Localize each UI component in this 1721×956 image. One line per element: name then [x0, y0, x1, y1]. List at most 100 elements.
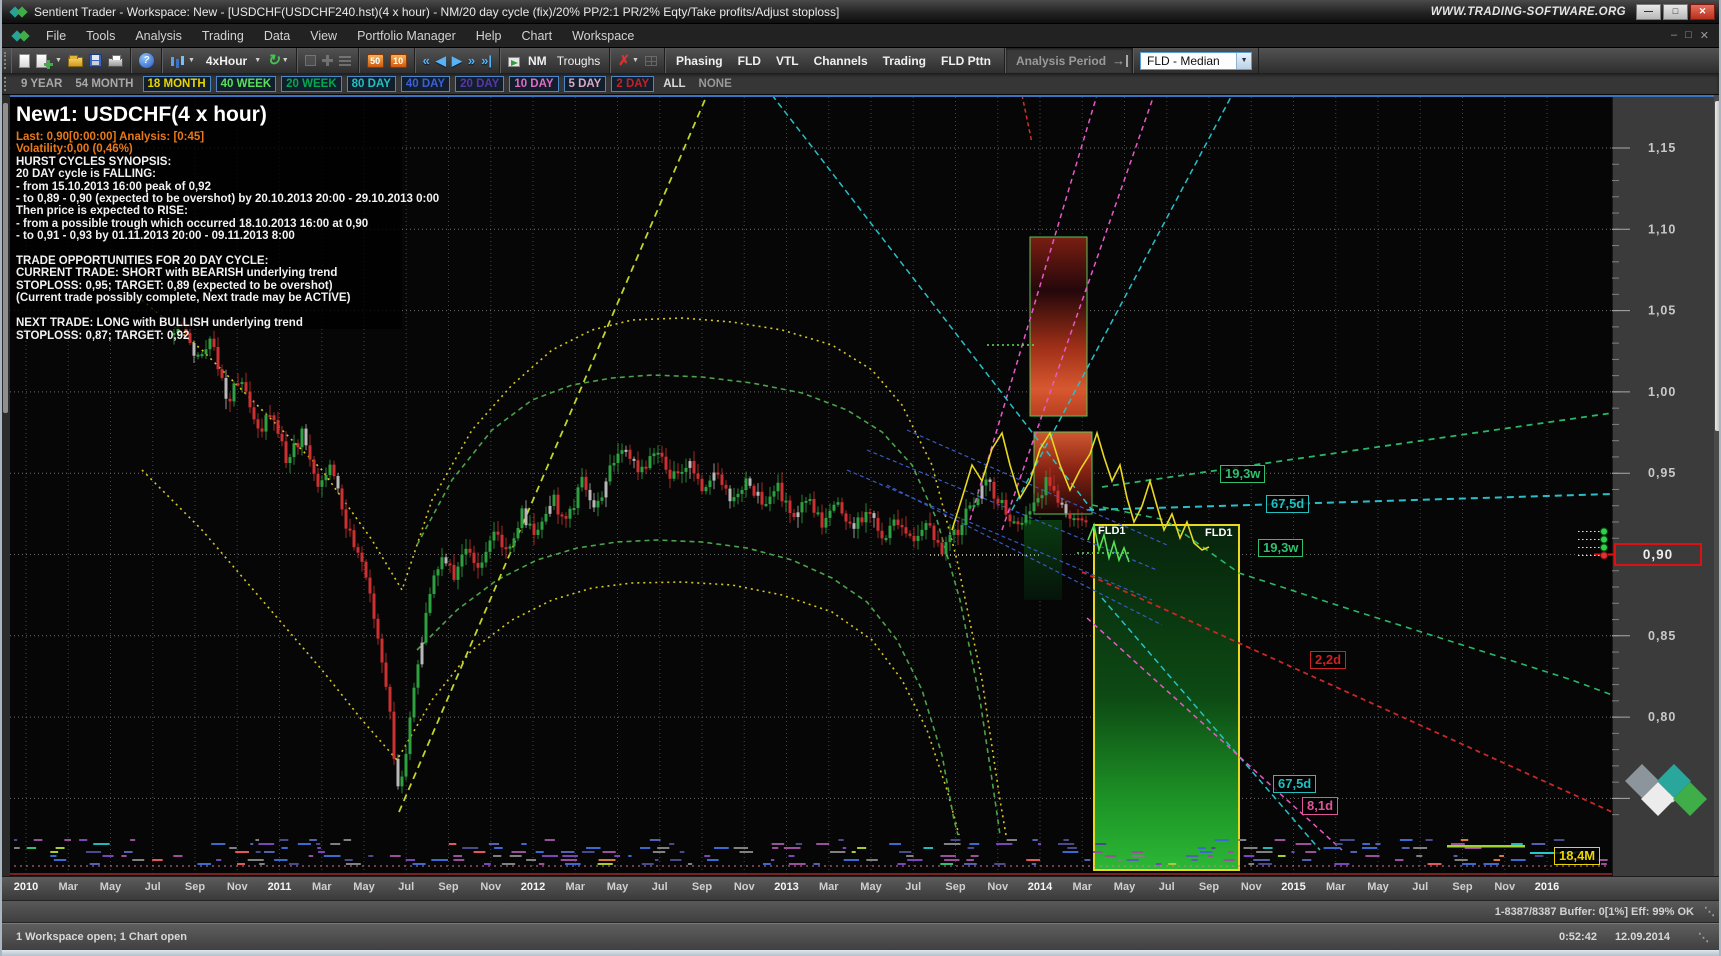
show-10-bars-button[interactable]: 10 [387, 53, 410, 69]
phasing-dropdown[interactable]: Phasing [670, 52, 732, 70]
timeframe-bar: 9 YEAR 54 MONTH 18 MONTH 40 WEEK20 WEEK 80 D… [2, 73, 1719, 95]
maximize-button[interactable]: □ [1663, 4, 1688, 20]
analysis-line: STOPLOSS: 0,87; TARGET: 0,92 [16, 330, 436, 342]
resize-grip-icon[interactable]: ⋱ [1704, 905, 1715, 918]
cycle-label-8-1d: 8,1d [1302, 797, 1338, 815]
nm-chart-icon [508, 57, 520, 67]
signal-dot [1601, 536, 1608, 543]
cycle-label-2-2d: 2,2d [1310, 651, 1346, 669]
timeframe-40-week[interactable]: 40 WEEK [216, 76, 277, 92]
chart-type-button[interactable]: ▼ [167, 54, 198, 67]
timeframe-20-week[interactable]: 20 WEEK [281, 76, 342, 92]
timeframe-20-day[interactable]: 20 DAY [455, 76, 504, 92]
menu-item-help[interactable]: Help [466, 26, 512, 46]
new-chart-button[interactable] [16, 53, 33, 69]
timeframe-all[interactable]: ALL [659, 77, 689, 91]
fld1-label-right: FLD1 [1205, 527, 1233, 539]
nav-first-button[interactable]: « [420, 53, 433, 68]
help-button[interactable]: ? [136, 52, 157, 69]
date-label: 12.09.2014 [1615, 931, 1670, 943]
date-tick-label: Jul [1145, 881, 1189, 893]
analysis-line [16, 305, 436, 317]
delete-analysis-button[interactable]: ✗▼ [615, 51, 642, 70]
view-tools-group [297, 48, 359, 73]
troughs-label[interactable]: Troughs [552, 54, 606, 68]
menu-item-analysis[interactable]: Analysis [125, 26, 192, 46]
timeframe-54-month[interactable]: 54 MONTH [71, 77, 137, 91]
menu-item-tools[interactable]: Tools [76, 26, 125, 46]
new-page-icon [19, 54, 30, 68]
timeframe-grip[interactable] [4, 77, 9, 91]
trading-dropdown[interactable]: Trading [877, 52, 935, 70]
help-group: ? [131, 48, 162, 73]
timeframe-9-year[interactable]: 9 YEAR [17, 77, 66, 91]
signal-dot [1601, 528, 1608, 535]
mdi-restore-icon[interactable]: □ [1685, 29, 1692, 42]
nav-play-button[interactable]: ▶ [449, 53, 465, 69]
print-button[interactable] [105, 53, 126, 68]
nav-prev-button[interactable]: ◀ [433, 53, 449, 69]
date-tick-label: 2016 [1525, 881, 1569, 893]
date-tick-label: May [849, 881, 893, 893]
timeframe-2-day[interactable]: 2 DAY [611, 76, 654, 92]
menu-item-workspace[interactable]: Workspace [562, 26, 644, 46]
timeframe-80-day[interactable]: 80 DAY [347, 76, 396, 92]
timeframe-40-day[interactable]: 40 DAY [401, 76, 450, 92]
mdi-close-icon[interactable]: ✕ [1700, 29, 1709, 42]
badge-50-icon: 50 [367, 54, 384, 68]
combo-dropdown-icon[interactable]: ▼ [1236, 53, 1251, 69]
timeframe-none[interactable]: NONE [695, 77, 736, 91]
menu-item-portfolio-manager[interactable]: Portfolio Manager [347, 26, 466, 46]
new-analysis-button[interactable]: ▼ [33, 53, 65, 69]
date-tick-label: Nov [1483, 881, 1527, 893]
nm-label[interactable]: NM [523, 54, 552, 68]
resize-grip-icon[interactable]: ⋱ [1698, 931, 1709, 944]
date-tick-label: Jul [638, 881, 682, 893]
vtl-dropdown[interactable]: VTL [770, 52, 808, 70]
date-axis[interactable]: 2010MarMayJulSepNov2011MarMayJulSepNov20… [2, 876, 1719, 901]
channels-dropdown[interactable]: Channels [808, 52, 877, 70]
open-button[interactable] [65, 53, 86, 68]
vertical-scrollbar[interactable] [1714, 95, 1721, 876]
timeframe-10-day[interactable]: 10 DAY [509, 76, 558, 92]
nm-chart-button[interactable] [505, 54, 523, 68]
fld-median-group: FLD - Median ▼ [1133, 48, 1259, 73]
date-tick-label: Sep [934, 881, 978, 893]
menu-item-chart[interactable]: Chart [511, 26, 562, 46]
show-50-bars-button[interactable]: 50 [364, 53, 387, 69]
timeframe-5-day[interactable]: 5 DAY [564, 76, 607, 92]
analysis-line: - to 0,89 - 0,90 (expected to be oversho… [16, 193, 436, 205]
red-x-icon: ✗ [618, 52, 630, 69]
cycle-label-19-3w: 19,3w [1258, 539, 1303, 557]
left-scroll-strip[interactable] [2, 95, 10, 876]
fld-pttn-dropdown[interactable]: FLD Pttn [935, 52, 1000, 70]
app-window: Sentient Trader - Workspace: New - [USDC… [0, 0, 1721, 956]
minimize-button[interactable]: — [1636, 4, 1661, 20]
menu-item-file[interactable]: File [36, 26, 76, 46]
date-tick-label: Sep [1441, 881, 1485, 893]
close-button[interactable]: ✕ [1690, 4, 1715, 20]
menu-item-data[interactable]: Data [254, 26, 300, 46]
price-axis-ticks: 1,151,101,051,000,950,850,800,75 [1578, 141, 1676, 815]
toolbar-grip[interactable] [4, 52, 9, 69]
mdi-minimize-icon[interactable]: – [1671, 29, 1677, 42]
timeframe-18-month[interactable]: 18 MONTH [143, 76, 211, 92]
refresh-button[interactable]: ↻▼ [264, 53, 292, 69]
interval-dropdown[interactable]: 4xHour▼ [198, 53, 264, 69]
date-tick-label: Jul [384, 881, 428, 893]
fld-dropdown[interactable]: FLD [732, 52, 770, 70]
cycle-label-67-5d: 67,5d [1266, 495, 1309, 513]
price-tick-label: 0,95 [1648, 466, 1676, 480]
save-button[interactable] [86, 53, 105, 68]
current-price-box: 0,90 [1614, 543, 1702, 566]
pan-button [319, 54, 336, 67]
menu-item-trading[interactable]: Trading [192, 26, 254, 46]
nav-next-button[interactable]: » [465, 53, 478, 68]
scrollbar-thumb[interactable] [1715, 101, 1721, 431]
menu-item-view[interactable]: View [300, 26, 347, 46]
trade-zone-box [1094, 525, 1239, 870]
fld-median-combobox[interactable]: FLD - Median ▼ [1140, 52, 1252, 70]
nav-last-button[interactable]: »| [478, 53, 495, 68]
grid-button [642, 55, 660, 67]
analysis-text: Last: 0,90[0:00:00] Analysis: [0:45]Vola… [16, 131, 436, 342]
